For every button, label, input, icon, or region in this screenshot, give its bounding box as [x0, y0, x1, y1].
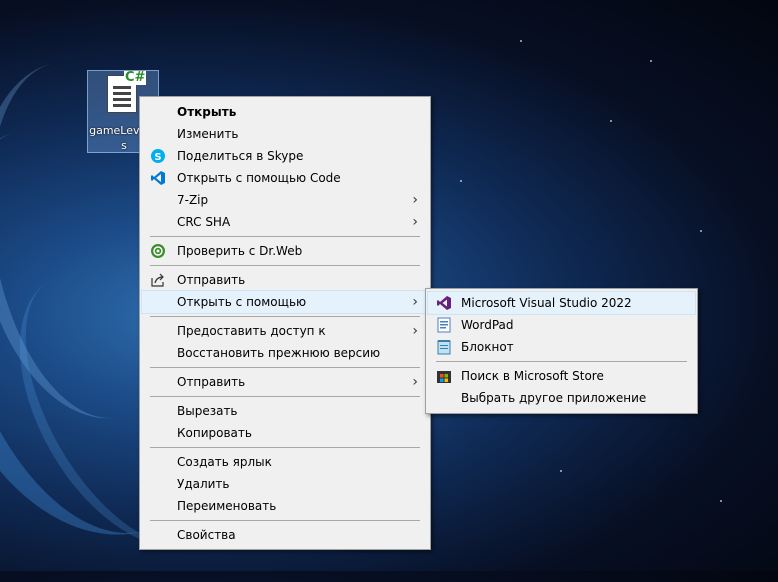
menu-item-label: Восстановить прежнюю версию: [177, 346, 381, 360]
menu-item-label: Поделиться в Skype: [177, 149, 304, 163]
menu-item-label: Отправить: [177, 273, 246, 287]
menu-item-label: Проверить с Dr.Web: [177, 244, 303, 258]
star: [700, 230, 702, 232]
menu-item-give-access[interactable]: Предоставить доступ к ›: [142, 320, 428, 342]
drweb-icon: [151, 244, 165, 258]
menu-item-label: Переименовать: [177, 499, 277, 513]
vscode-icon: [151, 171, 165, 185]
submenu-item-label: Выбрать другое приложение: [461, 391, 647, 405]
svg-text:S: S: [154, 152, 161, 163]
menu-separator: [150, 447, 420, 448]
menu-item-label: CRC SHA: [177, 215, 231, 229]
chevron-right-icon: ›: [412, 192, 418, 208]
menu-item-cut[interactable]: Вырезать: [142, 400, 428, 422]
submenu-item-choose-another-app[interactable]: Выбрать другое приложение: [428, 387, 695, 409]
menu-separator: [150, 396, 420, 397]
menu-item-drweb[interactable]: Проверить с Dr.Web: [142, 240, 428, 262]
menu-item-delete[interactable]: Удалить: [142, 473, 428, 495]
menu-item-copy[interactable]: Копировать: [142, 422, 428, 444]
menu-item-label: Предоставить доступ к: [177, 324, 326, 338]
share-icon: [151, 273, 164, 287]
submenu-item-label: Блокнот: [461, 340, 514, 354]
submenu-item-label: Microsoft Visual Studio 2022: [461, 296, 632, 310]
skype-icon: S: [151, 149, 165, 163]
star: [610, 120, 612, 122]
submenu-item-visual-studio[interactable]: Microsoft Visual Studio 2022: [427, 291, 696, 315]
visual-studio-icon: [437, 296, 451, 310]
menu-item-label: 7-Zip: [177, 193, 209, 207]
menu-item-label: Изменить: [177, 127, 239, 141]
menu-item-label: Открыть с помощью Code: [177, 171, 341, 185]
microsoft-store-icon: [437, 371, 451, 383]
menu-item-share-skype[interactable]: S Поделиться в Skype: [142, 145, 428, 167]
menu-item-label: Открыть: [177, 105, 237, 119]
menu-separator: [150, 367, 420, 368]
menu-separator: [150, 520, 420, 521]
submenu-item-notepad[interactable]: Блокнот: [428, 336, 695, 358]
chevron-right-icon: ›: [412, 294, 418, 310]
star: [460, 180, 462, 182]
menu-item-label: Отправить: [177, 375, 246, 389]
submenu-item-wordpad[interactable]: WordPad: [428, 314, 695, 336]
star: [650, 60, 652, 62]
open-with-submenu: Microsoft Visual Studio 2022 WordPad Бло…: [425, 288, 698, 414]
menu-item-open-with-code[interactable]: Открыть с помощью Code: [142, 167, 428, 189]
submenu-item-label: WordPad: [461, 318, 514, 332]
star: [520, 40, 522, 42]
menu-item-properties[interactable]: Свойства: [142, 524, 428, 546]
submenu-item-label: Поиск в Microsoft Store: [461, 369, 604, 383]
menu-item-label: Вырезать: [177, 404, 238, 418]
menu-item-send[interactable]: Отправить: [142, 269, 428, 291]
menu-item-7zip[interactable]: 7-Zip ›: [142, 189, 428, 211]
menu-item-label: Создать ярлык: [177, 455, 272, 469]
submenu-separator: [436, 361, 687, 362]
menu-item-send-to[interactable]: Отправить ›: [142, 371, 428, 393]
menu-item-create-shortcut[interactable]: Создать ярлык: [142, 451, 428, 473]
menu-item-edit[interactable]: Изменить: [142, 123, 428, 145]
star: [720, 500, 722, 502]
menu-item-rename[interactable]: Переименовать: [142, 495, 428, 517]
menu-separator: [150, 236, 420, 237]
menu-item-label: Копировать: [177, 426, 252, 440]
menu-item-label: Открыть с помощью: [177, 295, 307, 309]
menu-item-open[interactable]: Открыть: [142, 101, 428, 123]
menu-item-label: Удалить: [177, 477, 230, 491]
menu-item-crc-sha[interactable]: CRC SHA ›: [142, 211, 428, 233]
chevron-right-icon: ›: [412, 374, 418, 390]
chevron-right-icon: ›: [412, 214, 418, 230]
menu-item-open-with[interactable]: Открыть с помощью ›: [141, 290, 429, 314]
menu-item-label: Свойства: [177, 528, 236, 542]
chevron-right-icon: ›: [412, 323, 418, 339]
menu-separator: [150, 265, 420, 266]
csharp-badge: C#: [124, 70, 147, 85]
notepad-icon: [437, 340, 451, 355]
star: [560, 470, 562, 472]
submenu-item-microsoft-store[interactable]: Поиск в Microsoft Store: [428, 365, 695, 387]
context-menu: Открыть Изменить S Поделиться в Skype От…: [139, 96, 431, 550]
menu-item-restore-version[interactable]: Восстановить прежнюю версию: [142, 342, 428, 364]
wordpad-icon: [437, 317, 451, 333]
menu-separator: [150, 316, 420, 317]
